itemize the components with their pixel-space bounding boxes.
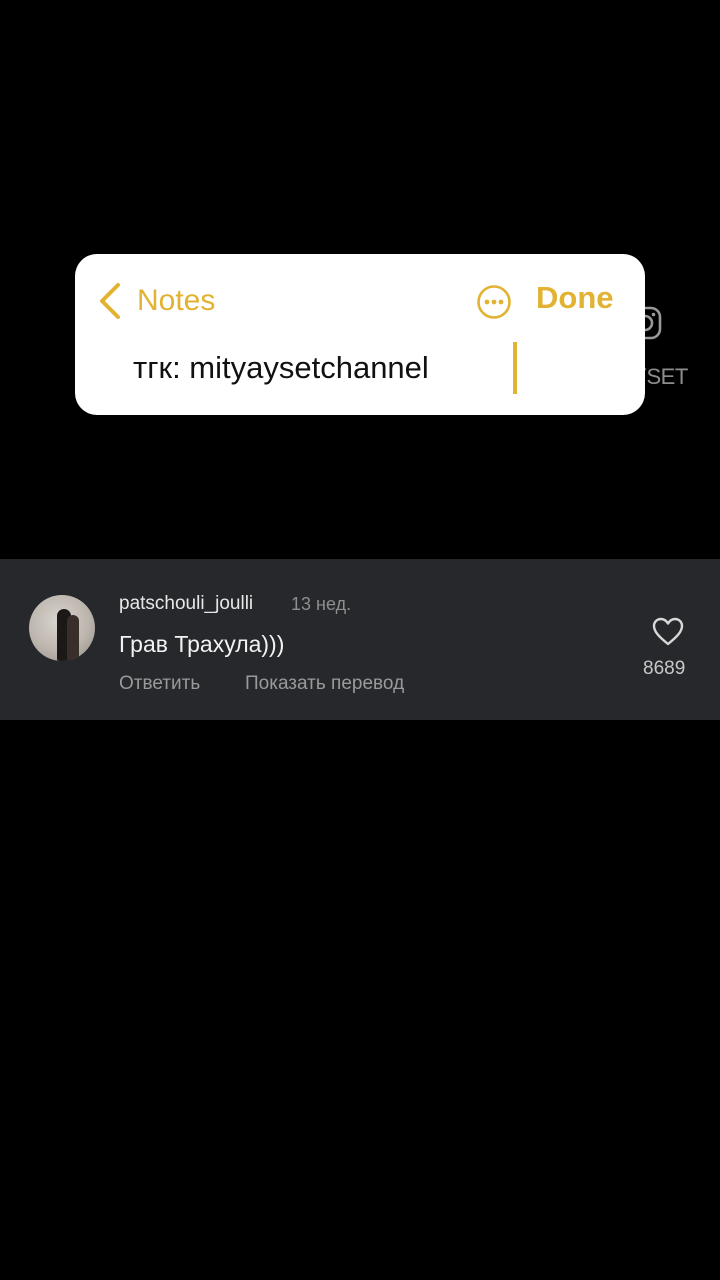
- show-translation-button[interactable]: Показать перевод: [245, 673, 404, 695]
- note-text[interactable]: тгк: mityaysetchannel: [133, 350, 429, 386]
- instagram-icon: [628, 306, 662, 340]
- done-button[interactable]: Done: [536, 280, 614, 316]
- comment-text: Грав Трахула))): [119, 631, 285, 657]
- notes-back-button[interactable]: Notes: [97, 278, 215, 324]
- heart-icon[interactable]: [652, 617, 684, 647]
- more-circle-icon[interactable]: [476, 284, 512, 320]
- chevron-left-icon: [100, 283, 120, 319]
- notes-back-label: Notes: [137, 284, 216, 317]
- notes-overlay-card: Notes Done тгк: mityaysetchannel: [75, 254, 645, 415]
- comment-time: 13 нед.: [291, 594, 352, 614]
- like-count: 8689: [643, 658, 686, 679]
- watermark-handle: @MITYAYSET: [549, 364, 688, 389]
- comment-panel: patschouli_joulli 13 нед. Грав Трахула))…: [0, 559, 720, 720]
- reply-button[interactable]: Ответить: [119, 673, 200, 695]
- comment-username[interactable]: patschouli_joulli: [119, 593, 253, 615]
- text-cursor: [513, 342, 517, 394]
- avatar-figure-second: [67, 615, 79, 661]
- avatar[interactable]: [29, 595, 95, 661]
